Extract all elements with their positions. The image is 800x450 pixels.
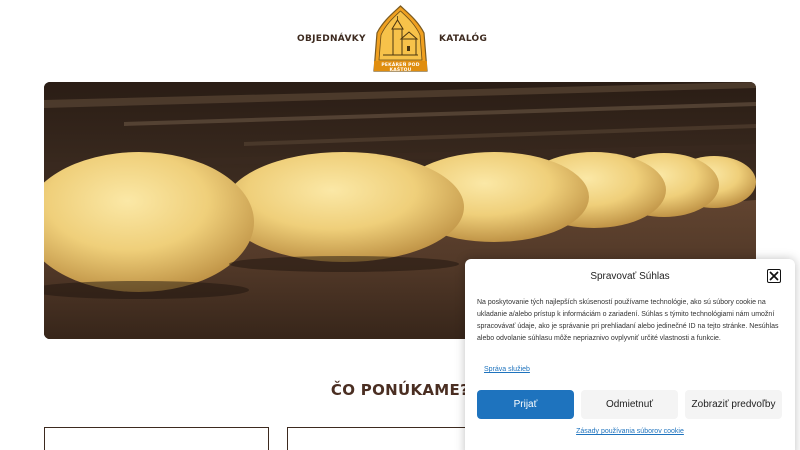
nav-link-catalog[interactable]: KATALÓG bbox=[439, 34, 487, 44]
logo-text: PEKÁREŇ POD KAŠTOU bbox=[381, 63, 420, 73]
cookie-policy-link[interactable]: Zásady používania súborov cookie bbox=[465, 428, 795, 435]
cookie-consent-dialog: Spravovať Súhlas Na poskytovanie tých na… bbox=[465, 259, 795, 450]
nav-link-orders[interactable]: OBJEDNÁVKY bbox=[297, 34, 366, 44]
site-header: OBJEDNÁVKY PEKÁREŇ POD KAŠTOU KATALÓG bbox=[0, 0, 800, 80]
site-logo[interactable]: PEKÁREŇ POD KAŠTOU bbox=[371, 5, 430, 73]
accept-button[interactable]: Prijať bbox=[477, 390, 574, 419]
offer-card[interactable] bbox=[44, 427, 269, 450]
close-icon bbox=[769, 271, 779, 281]
view-preferences-button[interactable]: Zobraziť predvoľby bbox=[685, 390, 782, 419]
cookie-title: Spravovať Súhlas bbox=[590, 271, 670, 282]
deny-button[interactable]: Odmietnuť bbox=[581, 390, 678, 419]
page: OBJEDNÁVKY PEKÁREŇ POD KAŠTOU KATALÓG ČO… bbox=[0, 0, 800, 450]
cookie-description: Na poskytovanie tých najlepších skúsenos… bbox=[477, 299, 779, 342]
manage-services-link[interactable]: Správa služieb bbox=[484, 366, 530, 373]
close-button[interactable] bbox=[767, 269, 781, 283]
